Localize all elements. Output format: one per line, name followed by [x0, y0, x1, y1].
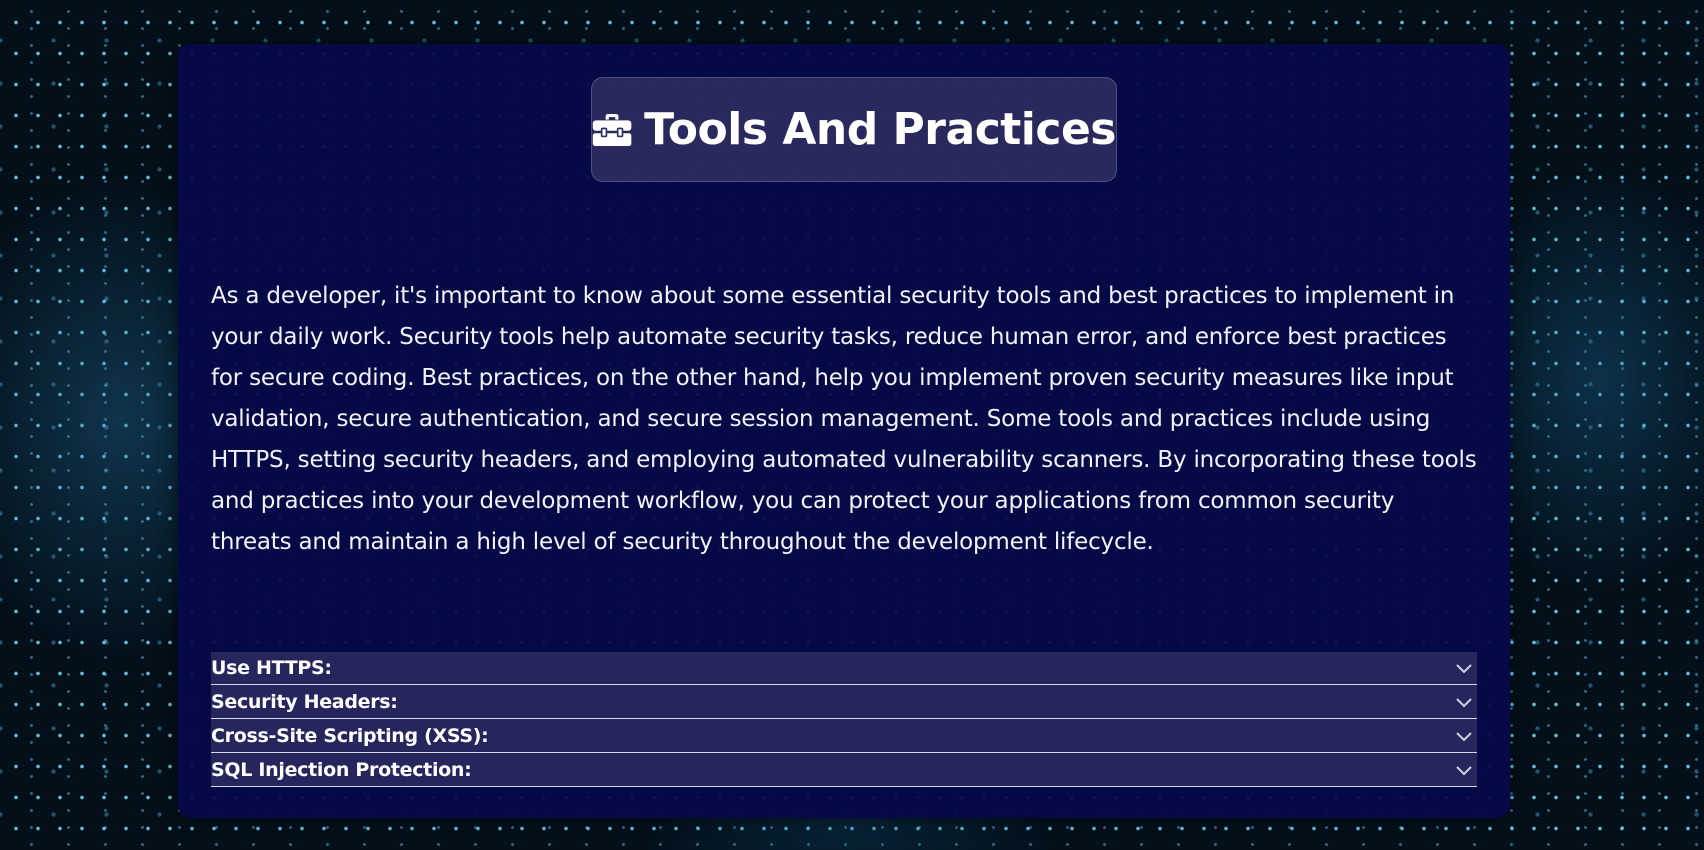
section-header: Tools And Practices: [591, 77, 1117, 182]
accordion-item-label: Security Headers:: [211, 690, 398, 713]
accordion-item-label: SQL Injection Protection:: [211, 758, 472, 781]
chevron-down-icon[interactable]: [1455, 764, 1473, 776]
page-title: Tools And Practices: [644, 104, 1116, 155]
accordion-item-use-https[interactable]: Use HTTPS:: [211, 652, 1477, 685]
accordion-item-security-headers[interactable]: Security Headers:: [211, 685, 1477, 719]
chevron-down-icon[interactable]: [1455, 662, 1473, 674]
accordion-item-label: Cross-Site Scripting (XSS):: [211, 724, 489, 747]
accordion-item-label: Use HTTPS:: [211, 657, 332, 679]
chevron-down-icon[interactable]: [1455, 696, 1473, 708]
accordion-item-xss[interactable]: Cross-Site Scripting (XSS):: [211, 719, 1477, 753]
accordion: Use HTTPS: Security Headers: Cross-Site …: [211, 652, 1477, 787]
content-card: Tools And Practices As a developer, it's…: [178, 44, 1510, 818]
intro-paragraph: As a developer, it's important to know a…: [211, 283, 1477, 555]
chevron-down-icon[interactable]: [1455, 730, 1473, 742]
toolbox-icon: [592, 113, 632, 146]
accordion-item-sql-injection[interactable]: SQL Injection Protection:: [211, 753, 1477, 787]
